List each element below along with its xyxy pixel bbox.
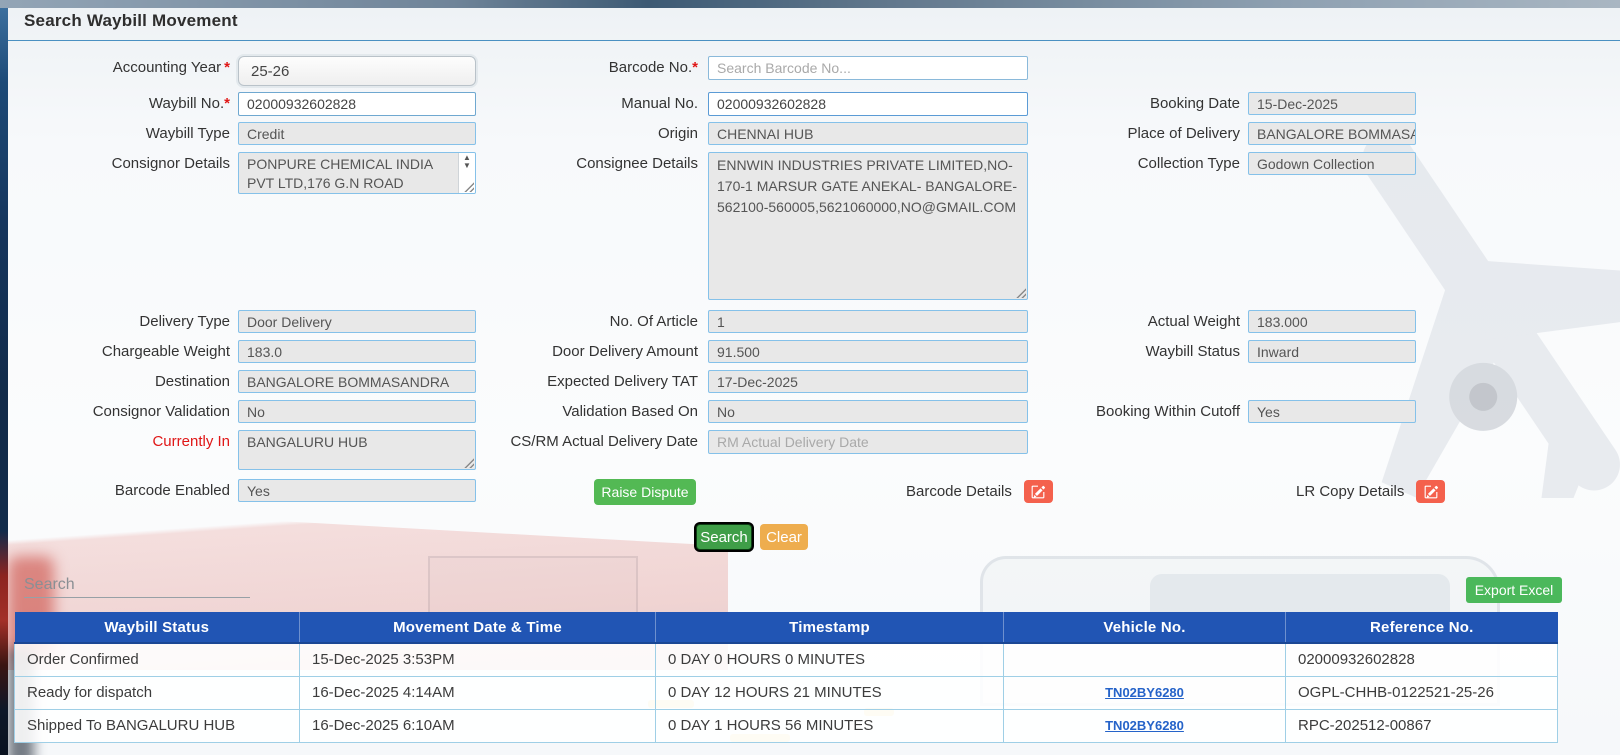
reference-cell: RPC-202512-00867	[1286, 709, 1558, 742]
no-of-article-label: No. Of Article	[482, 310, 698, 330]
accounting-year-select[interactable]: 25-26	[238, 56, 476, 86]
barcode-details-edit-button[interactable]	[1024, 480, 1053, 503]
raise-dispute-button[interactable]: Raise Dispute	[594, 479, 696, 505]
waybill-no-label: Waybill No.*	[8, 92, 230, 112]
export-excel-button[interactable]: Export Excel	[1466, 577, 1562, 603]
consignor-validation-field: No	[238, 400, 476, 423]
vehicle-cell	[1004, 643, 1286, 676]
col-header-vehicle-no: Vehicle No.	[1004, 612, 1286, 643]
consignee-details-label: Consignee Details	[482, 152, 698, 172]
status-cell: Order Confirmed	[15, 643, 300, 676]
booking-within-cutoff-label: Booking Within Cutoff	[1028, 400, 1240, 420]
validation-based-on-field: No	[708, 400, 1028, 423]
barcode-no-input[interactable]	[708, 56, 1028, 80]
currently-in-label: Currently In	[8, 430, 230, 450]
table-header-row: Waybill Status Movement Date & Time Time…	[15, 612, 1558, 643]
cs-rm-actual-delivery-date-label: CS/RM Actual Delivery Date	[482, 430, 698, 450]
waybill-no-input[interactable]	[238, 92, 476, 116]
movement-table: Waybill Status Movement Date & Time Time…	[14, 612, 1558, 743]
barcode-enabled-field: Yes	[238, 479, 476, 502]
waybill-type-field: Credit	[238, 122, 476, 145]
barcode-no-label: Barcode No.*	[482, 56, 698, 76]
col-header-waybill-status: Waybill Status	[15, 612, 300, 643]
resize-handle-icon[interactable]	[1016, 288, 1026, 298]
title-divider	[8, 40, 1620, 41]
expected-delivery-tat-field: 17-Dec-2025	[708, 370, 1028, 393]
collection-type-field: Godown Collection	[1248, 152, 1416, 175]
accounting-year-label: Accounting Year*	[8, 56, 230, 76]
door-delivery-amount-label: Door Delivery Amount	[482, 340, 698, 360]
consignor-validation-label: Consignor Validation	[8, 400, 230, 420]
booking-within-cutoff-field: Yes	[1248, 400, 1416, 423]
origin-label: Origin	[482, 122, 698, 142]
no-of-article-field: 1	[708, 310, 1028, 333]
consignor-details-textarea: PONPURE CHEMICAL INDIA PVT LTD,176 G.N R…	[238, 152, 476, 194]
table-row: Ready for dispatch 16-Dec-2025 4:14AM 0 …	[15, 676, 1558, 709]
collection-type-label: Collection Type	[1028, 152, 1240, 172]
reference-cell: 02000932602828	[1286, 643, 1558, 676]
datetime-cell: 16-Dec-2025 6:10AM	[300, 709, 656, 742]
waybill-status-field: Inward	[1248, 340, 1416, 363]
table-filter-input[interactable]	[24, 572, 250, 598]
status-cell: Shipped To BANGALURU HUB	[15, 709, 300, 742]
door-delivery-amount-field: 91.500	[708, 340, 1028, 363]
booking-date-field: 15-Dec-2025	[1248, 92, 1416, 115]
datetime-cell: 16-Dec-2025 4:14AM	[300, 676, 656, 709]
waybill-status-label: Waybill Status	[1028, 340, 1240, 360]
window-left-strip	[0, 8, 8, 755]
col-header-timestamp: Timestamp	[656, 612, 1004, 643]
table-row: Shipped To BANGALURU HUB 16-Dec-2025 6:1…	[15, 709, 1558, 742]
window-top-band	[0, 0, 1620, 8]
destination-field: BANGALORE BOMMASANDRA	[238, 370, 476, 393]
lr-copy-details-edit-button[interactable]	[1416, 480, 1445, 503]
col-header-movement-datetime: Movement Date & Time	[300, 612, 656, 643]
currently-in-textarea: BANGALURU HUB	[238, 430, 476, 470]
origin-field: CHENNAI HUB	[708, 122, 1028, 145]
required-asterisk: *	[224, 59, 230, 76]
page-title: Search Waybill Movement	[24, 11, 238, 31]
actual-weight-label: Actual Weight	[1028, 310, 1240, 330]
booking-date-label: Booking Date	[1028, 92, 1240, 112]
actual-weight-field: 183.000	[1248, 310, 1416, 333]
status-cell: Ready for dispatch	[15, 676, 300, 709]
vehicle-no-link[interactable]: TN02BY6280	[1105, 685, 1184, 700]
vehicle-cell: TN02BY6280	[1004, 709, 1286, 742]
clear-button[interactable]: Clear	[760, 524, 808, 550]
consignor-details-label: Consignor Details	[8, 152, 230, 172]
datetime-cell: 15-Dec-2025 3:53PM	[300, 643, 656, 676]
resize-handle-icon[interactable]	[464, 458, 474, 468]
waybill-panel: Search Waybill Movement Accounting Year*…	[8, 8, 1620, 755]
col-header-reference-no: Reference No.	[1286, 612, 1558, 643]
search-button[interactable]: Search	[696, 524, 752, 550]
reference-cell: OGPL-CHHB-0122521-25-26	[1286, 676, 1558, 709]
chargeable-weight-field: 183.0	[238, 340, 476, 363]
destination-label: Destination	[8, 370, 230, 390]
delivery-type-label: Delivery Type	[8, 310, 230, 330]
vehicle-no-link[interactable]: TN02BY6280	[1105, 718, 1184, 733]
barcode-enabled-label: Barcode Enabled	[8, 479, 230, 499]
consignee-details-textarea: ENNWIN INDUSTRIES PRIVATE LIMITED,NO-170…	[708, 152, 1028, 300]
expected-delivery-tat-label: Expected Delivery TAT	[482, 370, 698, 390]
timestamp-cell: 0 DAY 12 HOURS 21 MINUTES	[656, 676, 1004, 709]
place-of-delivery-label: Place of Delivery	[1028, 122, 1240, 142]
required-asterisk: *	[224, 95, 230, 112]
edit-icon	[1031, 485, 1045, 499]
manual-no-label: Manual No.	[482, 92, 698, 112]
vehicle-cell: TN02BY6280	[1004, 676, 1286, 709]
required-asterisk: *	[692, 59, 698, 76]
lr-copy-details-label: LR Copy Details	[1296, 483, 1404, 500]
edit-icon	[1424, 485, 1438, 499]
manual-no-input[interactable]	[708, 92, 1028, 116]
waybill-type-label: Waybill Type	[8, 122, 230, 142]
chargeable-weight-label: Chargeable Weight	[8, 340, 230, 360]
delivery-type-field: Door Delivery	[238, 310, 476, 333]
scroll-down-icon[interactable]: ▼	[463, 162, 471, 170]
timestamp-cell: 0 DAY 1 HOURS 56 MINUTES	[656, 709, 1004, 742]
cs-rm-actual-delivery-date-input[interactable]	[708, 430, 1028, 454]
timestamp-cell: 0 DAY 0 HOURS 0 MINUTES	[656, 643, 1004, 676]
place-of-delivery-field: BANGALORE BOMMASANDRA	[1248, 122, 1416, 145]
table-row: Order Confirmed 15-Dec-2025 3:53PM 0 DAY…	[15, 643, 1558, 676]
barcode-details-label: Barcode Details	[906, 483, 1012, 500]
validation-based-on-label: Validation Based On	[482, 400, 698, 420]
